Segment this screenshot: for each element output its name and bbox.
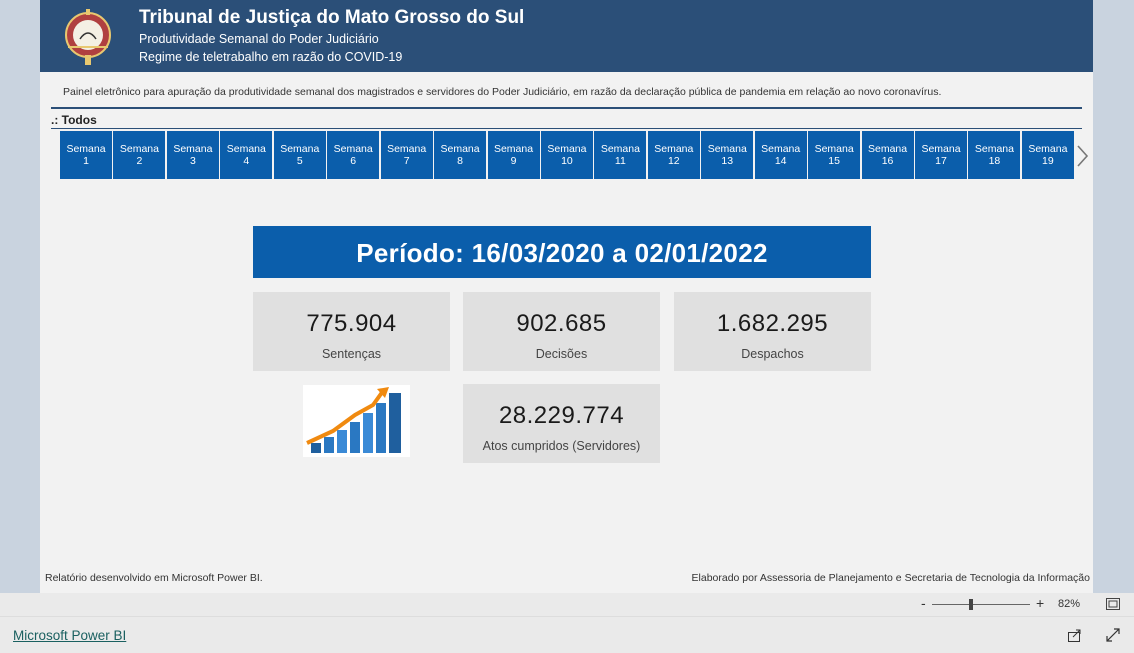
week-number: 16 [881, 155, 894, 167]
powerbi-bottom-bar [0, 616, 1134, 653]
report-description: Painel eletrônico para apuração da produ… [63, 86, 942, 98]
footer-right-text: Elaborado por Assessoria de Planejamento… [691, 572, 1090, 584]
card-sentencas: 775.904 Sentenças [253, 292, 450, 371]
week-label: Semana [333, 142, 373, 155]
card-despachos: 1.682.295 Despachos [674, 292, 871, 371]
report-header: Tribunal de Justiça do Mato Grosso do Su… [40, 0, 1093, 72]
week-button-17[interactable]: Semana 17 [915, 131, 967, 179]
period-banner: Período: 16/03/2020 a 02/01/2022 [253, 226, 871, 278]
card-label: Atos cumpridos (Servidores) [482, 439, 641, 453]
fit-to-page-icon[interactable] [1106, 598, 1120, 610]
share-icon[interactable] [1067, 627, 1083, 643]
slicer-title: .: Todos [51, 113, 97, 127]
card-label: Despachos [741, 347, 804, 361]
week-button-13[interactable]: Semana 13 [701, 131, 754, 179]
week-number: 8 [457, 155, 463, 167]
week-number: 5 [296, 155, 303, 167]
footer-left-text: Relatório desenvolvido em Microsoft Powe… [45, 572, 263, 584]
expand-icon[interactable] [1106, 628, 1120, 642]
week-number: 15 [828, 155, 840, 167]
powerbi-link[interactable]: Microsoft Power BI [13, 628, 126, 643]
zoom-level: 82% [1058, 598, 1081, 610]
card-label: Decisões [535, 347, 588, 361]
week-number: 1 [83, 155, 89, 167]
week-number: 12 [667, 155, 680, 167]
week-label: Semana [761, 142, 801, 155]
week-number: 17 [935, 155, 947, 167]
zoom-out-button[interactable]: - [921, 595, 926, 611]
week-label: Semana [600, 142, 640, 155]
week-number: 2 [136, 155, 143, 167]
week-button-14[interactable]: Semana 14 [754, 131, 807, 179]
divider [51, 107, 1082, 109]
week-number: 18 [988, 155, 1001, 167]
week-number: 6 [350, 155, 357, 167]
week-label: Semana [547, 142, 587, 155]
week-number: 10 [561, 155, 573, 167]
card-decisoes: 902.685 Decisões [463, 292, 660, 371]
week-number: 7 [403, 155, 410, 167]
card-label: Sentenças [321, 347, 382, 361]
zoom-slider-track[interactable] [932, 604, 1030, 605]
week-number: 9 [510, 155, 517, 167]
week-button-18[interactable]: Semana 18 [968, 131, 1021, 179]
week-label: Semana [119, 142, 159, 155]
week-number: 19 [1042, 155, 1054, 167]
week-button-16[interactable]: Semana 16 [861, 131, 914, 179]
week-button-9[interactable]: Semana 9 [487, 131, 540, 179]
week-label: Semana [654, 142, 694, 155]
week-button-4[interactable]: Semana 4 [220, 131, 273, 179]
week-label: Semana [814, 142, 854, 155]
card-value: 28.229.774 [498, 402, 625, 429]
week-label: Semana [173, 142, 213, 155]
week-label: Semana [921, 142, 961, 155]
week-button-2[interactable]: Semana 2 [113, 131, 166, 179]
zoom-slider-thumb[interactable] [969, 599, 973, 610]
week-button-3[interactable]: Semana 3 [166, 131, 219, 179]
week-label: Semana [387, 142, 427, 155]
week-button-1[interactable]: Semana 1 [60, 131, 112, 179]
week-label: Semana [974, 142, 1014, 155]
week-label: Semana [66, 142, 106, 155]
week-button-7[interactable]: Semana 7 [380, 131, 433, 179]
week-label: Semana [280, 142, 320, 155]
week-number: 14 [774, 155, 787, 167]
card-value: 902.685 [516, 310, 607, 337]
week-label: Semana [493, 142, 534, 155]
chevron-right-icon[interactable] [1074, 143, 1092, 169]
week-button-15[interactable]: Semana 15 [808, 131, 861, 179]
report-subtitle: Produtividade Semanal do Poder Judiciári… [139, 32, 379, 46]
report-canvas: Tribunal de Justiça do Mato Grosso do Su… [40, 0, 1093, 593]
week-button-5[interactable]: Semana 5 [273, 131, 326, 179]
week-button-11[interactable]: Semana 11 [594, 131, 647, 179]
zoom-in-button[interactable]: + [1036, 595, 1044, 611]
week-button-12[interactable]: Semana 12 [647, 131, 700, 179]
divider [51, 128, 1082, 129]
week-button-10[interactable]: Semana 10 [540, 131, 593, 179]
court-seal-icon [65, 9, 111, 65]
week-button-8[interactable]: Semana 8 [434, 131, 487, 179]
week-number: 4 [243, 155, 250, 167]
week-number: 13 [721, 155, 734, 167]
report-title: Tribunal de Justiça do Mato Grosso do Su… [139, 7, 525, 28]
week-label: Semana [707, 142, 747, 155]
week-label: Semana [1028, 142, 1068, 155]
week-number: 11 [614, 155, 626, 167]
card-value: 1.682.295 [716, 310, 829, 337]
card-value: 775.904 [306, 310, 397, 337]
week-button-19[interactable]: Semana 19 [1021, 131, 1074, 179]
week-slicer: Semana 1 Semana 2 Semana 3 Semana 4 Semana 5 Seman… [60, 131, 1075, 179]
week-label: Semana [226, 142, 266, 155]
card-atos-cumpridos: 28.229.774 Atos cumpridos (Servidores) [463, 384, 660, 463]
growth-chart-image [303, 385, 410, 457]
week-label: Semana [440, 142, 480, 155]
week-button-6[interactable]: Semana 6 [327, 131, 380, 179]
week-label: Semana [868, 142, 908, 155]
week-number: 3 [189, 155, 196, 167]
report-subtitle-2: Regime de teletrabalho em razão do COVID… [139, 50, 403, 64]
